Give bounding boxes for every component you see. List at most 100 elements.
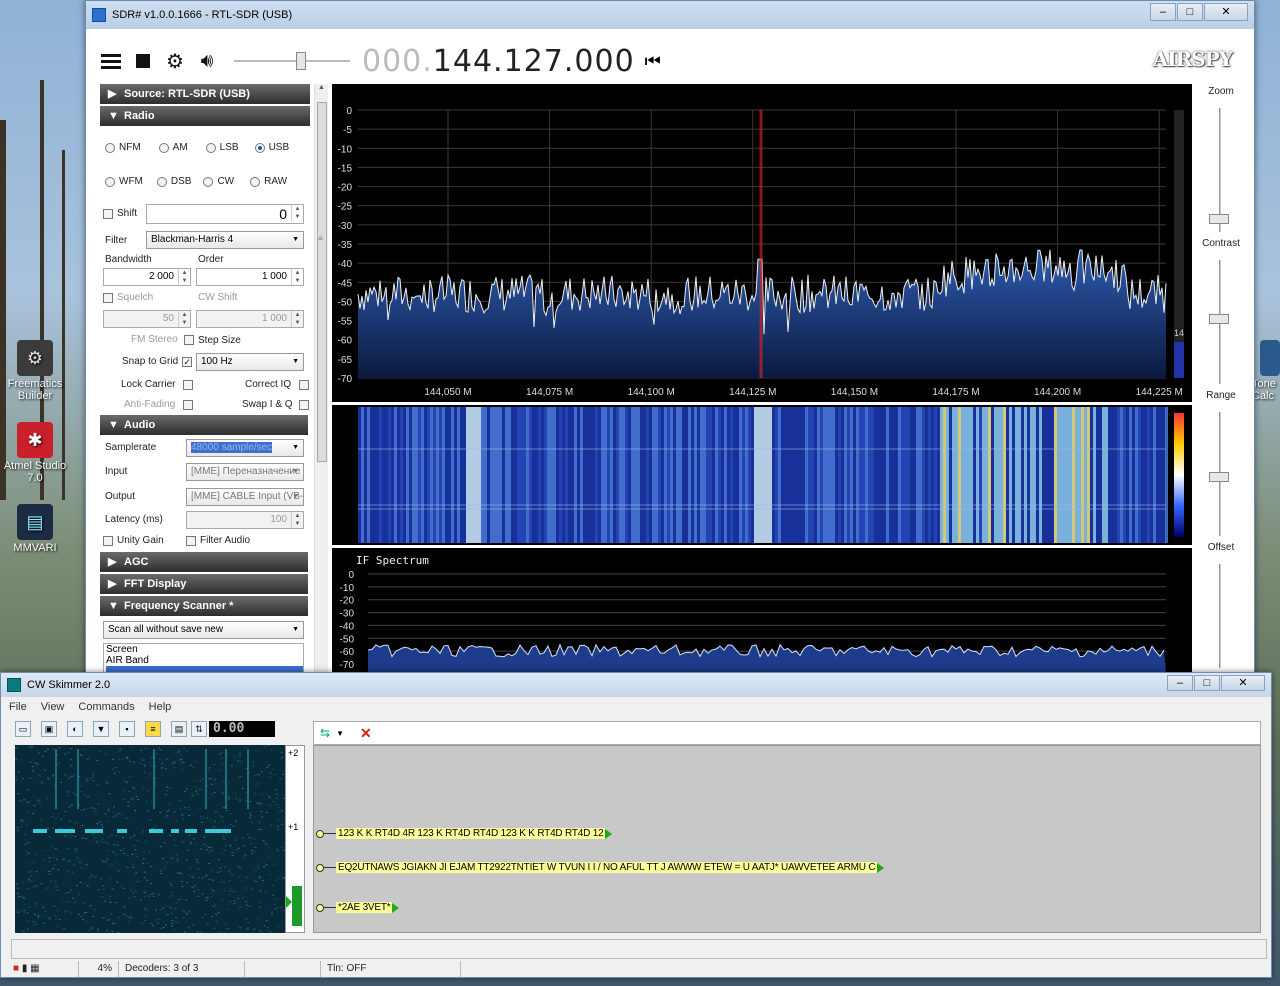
menu-icon[interactable] bbox=[100, 50, 122, 72]
volume-slider[interactable] bbox=[234, 51, 350, 71]
if-spectrum-display[interactable]: IF Spectrum 0 -10 -20 -30 -40 -50 -60 -70 bbox=[332, 548, 1192, 672]
spin-arrows-icon[interactable]: ▲ ▼ bbox=[291, 512, 303, 528]
bandwidth-input[interactable]: 2 000 ▲ ▼ bbox=[103, 268, 191, 286]
scrollbar-thumb[interactable] bbox=[317, 102, 327, 462]
section-audio[interactable]: ▼ Audio bbox=[100, 415, 308, 435]
latency-input[interactable]: 100 ▲ ▼ bbox=[186, 511, 304, 529]
decode-line[interactable]: 123 K K RT4D 4R 123 K RT4D RT4D 123 K K … bbox=[316, 828, 613, 839]
skip-back-icon[interactable]: ⏮ bbox=[645, 51, 661, 72]
panel-scrollbar[interactable]: ▲ ≡ bbox=[314, 84, 328, 672]
noise-dot bbox=[245, 918, 248, 920]
step-select[interactable]: 100 Hz bbox=[196, 353, 304, 371]
menu-commands[interactable]: Commands bbox=[78, 701, 134, 713]
scan-list[interactable]: Screen AIR Band bbox=[103, 643, 304, 673]
decode-line[interactable]: *2AE 3VET* bbox=[316, 902, 400, 913]
desktop-icon-mmvari[interactable]: ▤ MMVARI bbox=[0, 504, 70, 554]
bookmark-icon[interactable]: ▼ bbox=[93, 721, 109, 737]
filter-select[interactable]: Blackman-Harris 4 bbox=[146, 231, 304, 249]
section-agc[interactable]: ▶ AGC bbox=[100, 552, 308, 572]
mode-radio-dsb[interactable] bbox=[156, 176, 167, 187]
play-arrow-icon[interactable] bbox=[392, 902, 400, 913]
noise-dot bbox=[223, 825, 226, 827]
noise-dot bbox=[207, 851, 210, 853]
maximize-button[interactable]: □ bbox=[1177, 3, 1203, 21]
noise-dot bbox=[54, 864, 57, 866]
save-icon[interactable]: ▪ bbox=[119, 721, 135, 737]
contrast-slider[interactable] bbox=[1209, 314, 1229, 324]
spin-arrows-icon[interactable]: ▲ ▼ bbox=[291, 269, 303, 285]
zoom-slider[interactable] bbox=[1209, 214, 1229, 224]
input-device-select[interactable]: [MME] Переназначение bbox=[186, 463, 304, 481]
scroll-up-icon[interactable]: ▲ bbox=[315, 84, 328, 91]
range-slider[interactable] bbox=[1209, 472, 1229, 482]
section-source[interactable]: ▶ Source: RTL-SDR (USB) bbox=[100, 84, 310, 104]
close-button[interactable]: ✕ bbox=[1221, 675, 1265, 691]
lockcarrier-checkbox[interactable] bbox=[183, 379, 194, 390]
spin-arrows-icon[interactable]: ▲ ▼ bbox=[178, 311, 190, 327]
play-arrow-icon[interactable] bbox=[877, 862, 885, 873]
antifading-checkbox[interactable] bbox=[183, 399, 194, 410]
menu-file[interactable]: File bbox=[9, 701, 27, 713]
spin-arrows-icon[interactable]: ▲ ▼ bbox=[178, 269, 190, 285]
mode-radio-nfm[interactable] bbox=[105, 142, 115, 153]
samplerate-select[interactable]: 48000 sample/sec bbox=[186, 439, 304, 457]
cw-waterfall[interactable] bbox=[15, 745, 285, 933]
swapiq-checkbox[interactable] bbox=[298, 399, 309, 410]
mode-radio-raw[interactable] bbox=[250, 176, 261, 187]
shift-input[interactable]: 0 ▲ ▼ bbox=[146, 204, 304, 224]
clear-icon[interactable]: ✕ bbox=[360, 725, 372, 742]
section-radio[interactable]: ▼ Radio bbox=[100, 106, 310, 126]
menu-view[interactable]: View bbox=[41, 701, 65, 713]
squelch-input[interactable]: 50 ▲ ▼ bbox=[103, 310, 191, 328]
section-frequency-scanner[interactable]: ▼ Frequency Scanner * bbox=[100, 596, 308, 616]
close-button[interactable]: ✕ bbox=[1204, 3, 1248, 21]
spectrum-display[interactable]: 0 -5 -10 -15 -20 -25 -30 -35 -40 -45 -50 -55 -60 -65 -… bbox=[332, 84, 1192, 402]
decode-line[interactable]: EQ2UTNAWS JGIAKN JI EJAM TT2922TNTIET W … bbox=[316, 862, 885, 873]
menu-help[interactable]: Help bbox=[149, 701, 172, 713]
shift-checkbox[interactable] bbox=[103, 208, 113, 219]
stop-icon[interactable] bbox=[132, 50, 154, 72]
desktop-icon-freematics[interactable]: ⚙ Freematics Builder bbox=[0, 340, 70, 402]
mode-radio-wfm[interactable] bbox=[105, 176, 115, 187]
mode-radio-cw[interactable] bbox=[203, 176, 214, 187]
mode-radio-am[interactable] bbox=[158, 142, 169, 153]
squelch-checkbox[interactable] bbox=[103, 292, 113, 303]
audio-icon[interactable]: ◐ bbox=[67, 721, 83, 737]
filteraudio-checkbox[interactable] bbox=[186, 535, 196, 546]
noise-dot bbox=[260, 931, 263, 933]
list-item[interactable]: Screen bbox=[106, 644, 303, 655]
spin-arrows-icon[interactable]: ▲ ▼ bbox=[291, 311, 303, 327]
radio-icon[interactable]: ▭ bbox=[15, 721, 31, 737]
document-icon[interactable]: ▤ bbox=[171, 721, 187, 737]
list-item[interactable]: AIR Band bbox=[106, 655, 303, 666]
order-input[interactable]: 1 000 ▲ ▼ bbox=[196, 268, 304, 286]
play-arrow-icon[interactable] bbox=[605, 828, 613, 839]
spin-arrows-icon[interactable]: ▲ ▼ bbox=[291, 205, 303, 221]
frequency-display[interactable]: 000.144.127.000 bbox=[362, 44, 635, 79]
level-marker-icon[interactable] bbox=[286, 896, 292, 908]
dropdown-arrow-icon[interactable]: ▼ bbox=[336, 729, 344, 738]
maximize-button[interactable]: □ bbox=[1194, 675, 1220, 691]
scan-mode-select[interactable]: Scan all without save new bbox=[103, 621, 304, 639]
minimize-button[interactable]: – bbox=[1150, 3, 1176, 21]
fmstereo-checkbox[interactable] bbox=[183, 334, 194, 345]
correctiq-checkbox[interactable] bbox=[299, 379, 310, 390]
sync-icon[interactable]: ⇅ bbox=[191, 721, 207, 737]
section-fft-display[interactable]: ▶ FFT Display bbox=[100, 574, 308, 594]
minimize-button[interactable]: – bbox=[1167, 675, 1193, 691]
tape-icon[interactable]: ≡ bbox=[145, 721, 161, 737]
mode-radio-lsb[interactable] bbox=[205, 142, 216, 153]
desktop-icon-tonecalc[interactable]: Tone Calc bbox=[1252, 340, 1280, 402]
mode-radio-usb[interactable] bbox=[254, 142, 265, 153]
waterfall-display[interactable] bbox=[332, 405, 1192, 545]
unitygain-checkbox[interactable] bbox=[103, 535, 113, 546]
snap-checkbox[interactable]: ✓ bbox=[182, 356, 193, 367]
gear-icon[interactable]: ⚙ bbox=[164, 50, 186, 73]
speaker-icon[interactable]: 🔊︎ bbox=[196, 50, 218, 72]
output-device-select[interactable]: [MME] CABLE Input (VB- bbox=[186, 488, 304, 506]
keyer-icon[interactable]: ▣ bbox=[41, 721, 57, 737]
record-icon[interactable]: ■ bbox=[13, 963, 19, 974]
cwshift-input[interactable]: 1 000 ▲ ▼ bbox=[196, 310, 304, 328]
desktop-icon-atmel[interactable]: ✱ Atmel Studio 7.0 bbox=[0, 422, 70, 484]
spot-icon[interactable]: ⇆ bbox=[320, 726, 330, 740]
